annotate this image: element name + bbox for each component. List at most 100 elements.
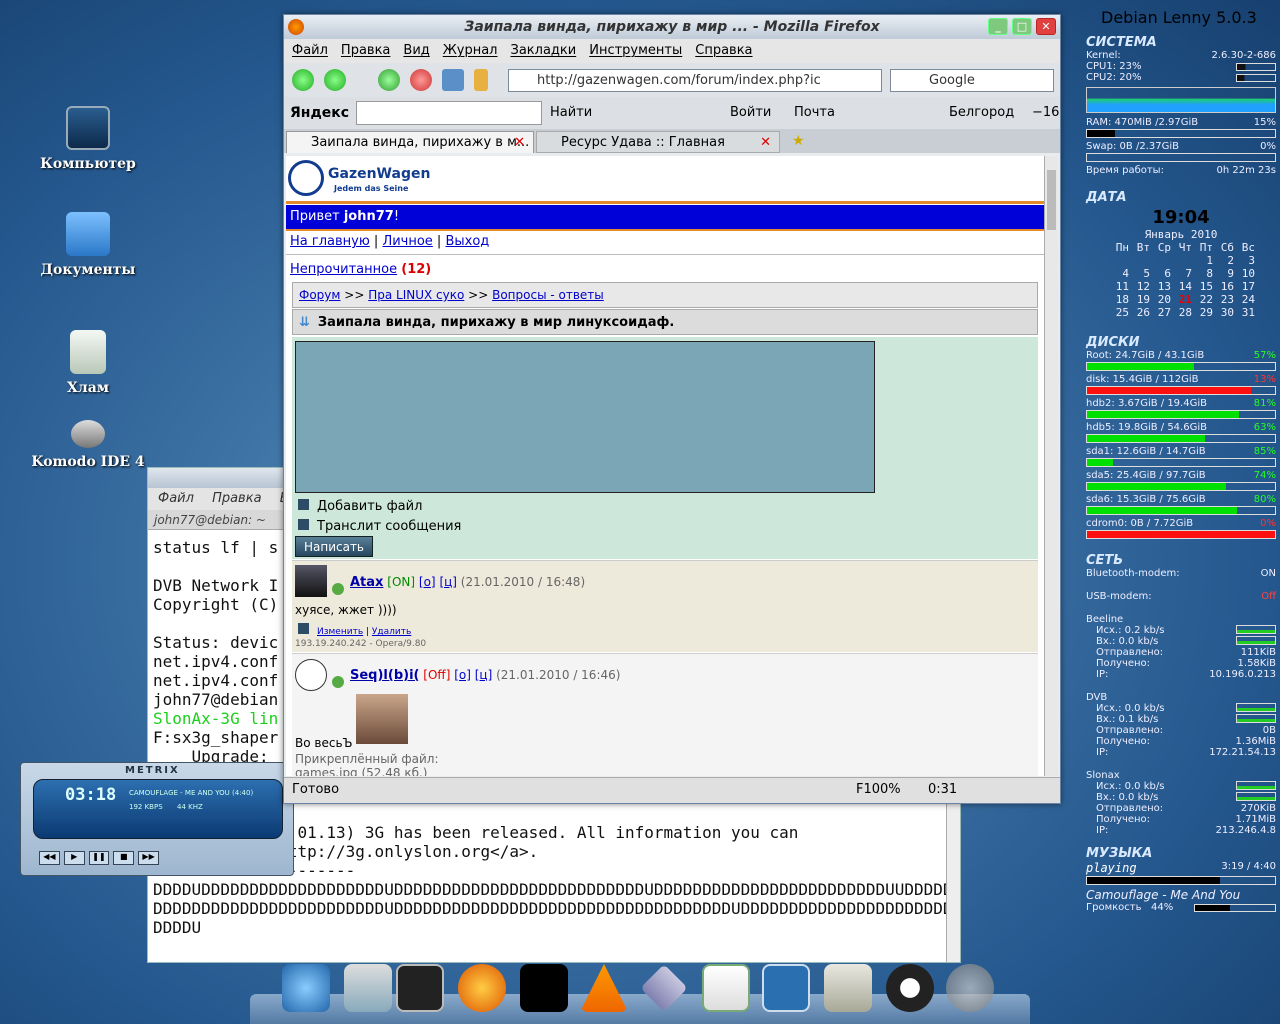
- firefox-titlebar[interactable]: Заипала винда, пирихажу в мир ... - Mozi…: [284, 15, 1060, 39]
- folder-icon[interactable]: [824, 964, 872, 1012]
- stop-button[interactable]: ■: [113, 851, 135, 865]
- tab-inactive[interactable]: Ресурс Удава :: Главная ✕: [536, 131, 780, 153]
- translit-checkbox[interactable]: [298, 519, 309, 530]
- tab-active[interactable]: Заипала винда, пирихажу в м... ✕: [286, 131, 534, 153]
- maximize-button[interactable]: □: [1012, 18, 1032, 35]
- pause-button[interactable]: ❚❚: [88, 851, 110, 865]
- nav-personal-link[interactable]: Личное: [382, 234, 432, 249]
- user-folder-icon[interactable]: [344, 964, 392, 1012]
- net-name: Beeline: [1086, 614, 1124, 625]
- reply-textarea[interactable]: [295, 341, 875, 493]
- power-icon[interactable]: [886, 964, 934, 1012]
- desktop-icon-komodo[interactable]: Komodo IDE 4: [28, 420, 148, 470]
- breadcrumb-subsection[interactable]: Вопросы - ответы: [492, 288, 604, 302]
- unread-link[interactable]: Непрочитанное: [290, 262, 397, 277]
- breadcrumb-forum[interactable]: Форум: [299, 288, 340, 302]
- next-button[interactable]: ▶▶: [138, 851, 159, 865]
- desktop-icon-computer[interactable]: Компьютер: [28, 106, 148, 172]
- cite-link[interactable]: [ц]: [439, 575, 457, 589]
- breadcrumb-section[interactable]: Пра LINUX суко: [368, 288, 464, 302]
- desktop-icon-documents[interactable]: Документы: [28, 212, 148, 278]
- calendar-cell: 24: [1241, 293, 1255, 306]
- edit-link[interactable]: Изменить: [317, 627, 363, 637]
- delete-link[interactable]: Удалить: [372, 627, 411, 637]
- add-file-checkbox[interactable]: [298, 499, 309, 510]
- attachment-link[interactable]: games.jpg (52.48 кб.): [295, 766, 428, 776]
- url-bar[interactable]: http://gazenwagen.com/forum/index.php?ic: [508, 69, 882, 92]
- breadcrumb-separator: >>: [468, 288, 489, 302]
- yandex-search-input[interactable]: [356, 101, 542, 125]
- minimize-button[interactable]: _: [988, 18, 1008, 35]
- submit-button[interactable]: Написать: [295, 536, 373, 557]
- calendar-cell: 28: [1178, 306, 1192, 319]
- new-tab-icon[interactable]: ★: [792, 133, 805, 149]
- close-button[interactable]: ✕: [1036, 18, 1056, 35]
- search-bar[interactable]: Google: [890, 69, 1054, 92]
- select-checkbox[interactable]: [298, 623, 309, 634]
- page-scrollbar[interactable]: [1044, 156, 1058, 776]
- play-button[interactable]: ▶: [63, 851, 85, 865]
- calendar-cell: Ср: [1157, 241, 1171, 254]
- calendar-cell: 6: [1164, 267, 1171, 280]
- menu-item[interactable]: Закладки: [511, 43, 577, 58]
- cite-link[interactable]: [ц]: [475, 668, 493, 682]
- post-author[interactable]: Atax: [350, 575, 383, 590]
- volume-label: Громкость: [1086, 902, 1142, 913]
- menu-item[interactable]: Вид: [403, 43, 429, 58]
- menu-item[interactable]: Файл: [292, 43, 328, 58]
- desktop-icon-trash[interactable]: Хлам: [28, 330, 148, 396]
- yandex-weather[interactable]: −16: [1032, 105, 1059, 120]
- close-tab-icon[interactable]: ✕: [760, 135, 771, 150]
- site-logo[interactable]: GazenWagen Jedem das Seine: [288, 160, 430, 200]
- terminal-icon[interactable]: [396, 964, 444, 1012]
- audacious-icon[interactable]: [520, 964, 568, 1012]
- wrench-icon[interactable]: [474, 69, 488, 91]
- zoom-level[interactable]: F100%: [856, 782, 901, 797]
- system-monitor-icon[interactable]: [762, 964, 810, 1012]
- terminal-menu-edit[interactable]: Правка: [212, 491, 261, 506]
- nav-logout-link[interactable]: Выход: [445, 234, 489, 249]
- firefox-icon[interactable]: [458, 964, 506, 1012]
- yandex-mail-button[interactable]: Почта: [794, 105, 835, 120]
- greeting-prefix: Привет: [290, 209, 344, 224]
- attachment-label: Прикреплённый файл:: [295, 752, 439, 766]
- avatar[interactable]: [295, 565, 327, 597]
- home-icon[interactable]: [442, 69, 464, 91]
- vlc-icon[interactable]: [580, 964, 628, 1012]
- yandex-logo[interactable]: Яндекс: [290, 105, 349, 121]
- net-label: Вх.: 0.0 kb/s: [1096, 636, 1159, 647]
- quote-link[interactable]: [о]: [454, 668, 471, 682]
- firefox-window[interactable]: Заипала винда, пирихажу в мир ... - Mozi…: [283, 14, 1061, 804]
- post-image[interactable]: [356, 694, 408, 744]
- menu-item[interactable]: Правка: [341, 43, 390, 58]
- avatar[interactable]: [295, 659, 327, 691]
- nav-home-link[interactable]: На главную: [290, 234, 370, 249]
- calendar-cell: 13: [1157, 280, 1171, 293]
- menu-item[interactable]: Инструменты: [589, 43, 682, 58]
- reload-icon[interactable]: [378, 69, 400, 91]
- greeting-user[interactable]: john77: [344, 209, 394, 224]
- terminal-menu-file[interactable]: Файл: [158, 491, 194, 506]
- text-editor-icon[interactable]: [702, 964, 750, 1012]
- speaker-icon[interactable]: [946, 964, 994, 1012]
- yandex-login-button[interactable]: Войти: [730, 105, 771, 120]
- menu-item[interactable]: Справка: [695, 43, 752, 58]
- gnome-foot-icon[interactable]: [282, 964, 330, 1012]
- action-separator: |: [366, 627, 370, 637]
- uptime-value: 0h 22m 23s: [1216, 165, 1276, 176]
- back-icon[interactable]: [292, 69, 314, 91]
- menu-item[interactable]: Журнал: [443, 43, 498, 58]
- forward-icon[interactable]: [324, 69, 346, 91]
- close-tab-icon[interactable]: ✕: [514, 135, 525, 150]
- post-actions: Изменить | Удалить: [298, 623, 411, 637]
- prev-button[interactable]: ◀◀: [39, 851, 60, 865]
- calendar-cell: Вс: [1241, 241, 1255, 254]
- xmms-player[interactable]: METRIX 03:18 CAMOUFLAGE - ME AND YOU (4:…: [20, 762, 294, 876]
- yandex-city[interactable]: Белгород: [949, 105, 1014, 120]
- quote-link[interactable]: [о]: [419, 575, 436, 589]
- scroll-thumb[interactable]: [1047, 170, 1056, 230]
- stop-icon[interactable]: [410, 69, 432, 91]
- post-author[interactable]: Seq)l(b)i(: [350, 668, 419, 683]
- yandex-find-button[interactable]: Найти: [550, 105, 592, 120]
- player-kbps: 192 KBPS: [129, 803, 163, 811]
